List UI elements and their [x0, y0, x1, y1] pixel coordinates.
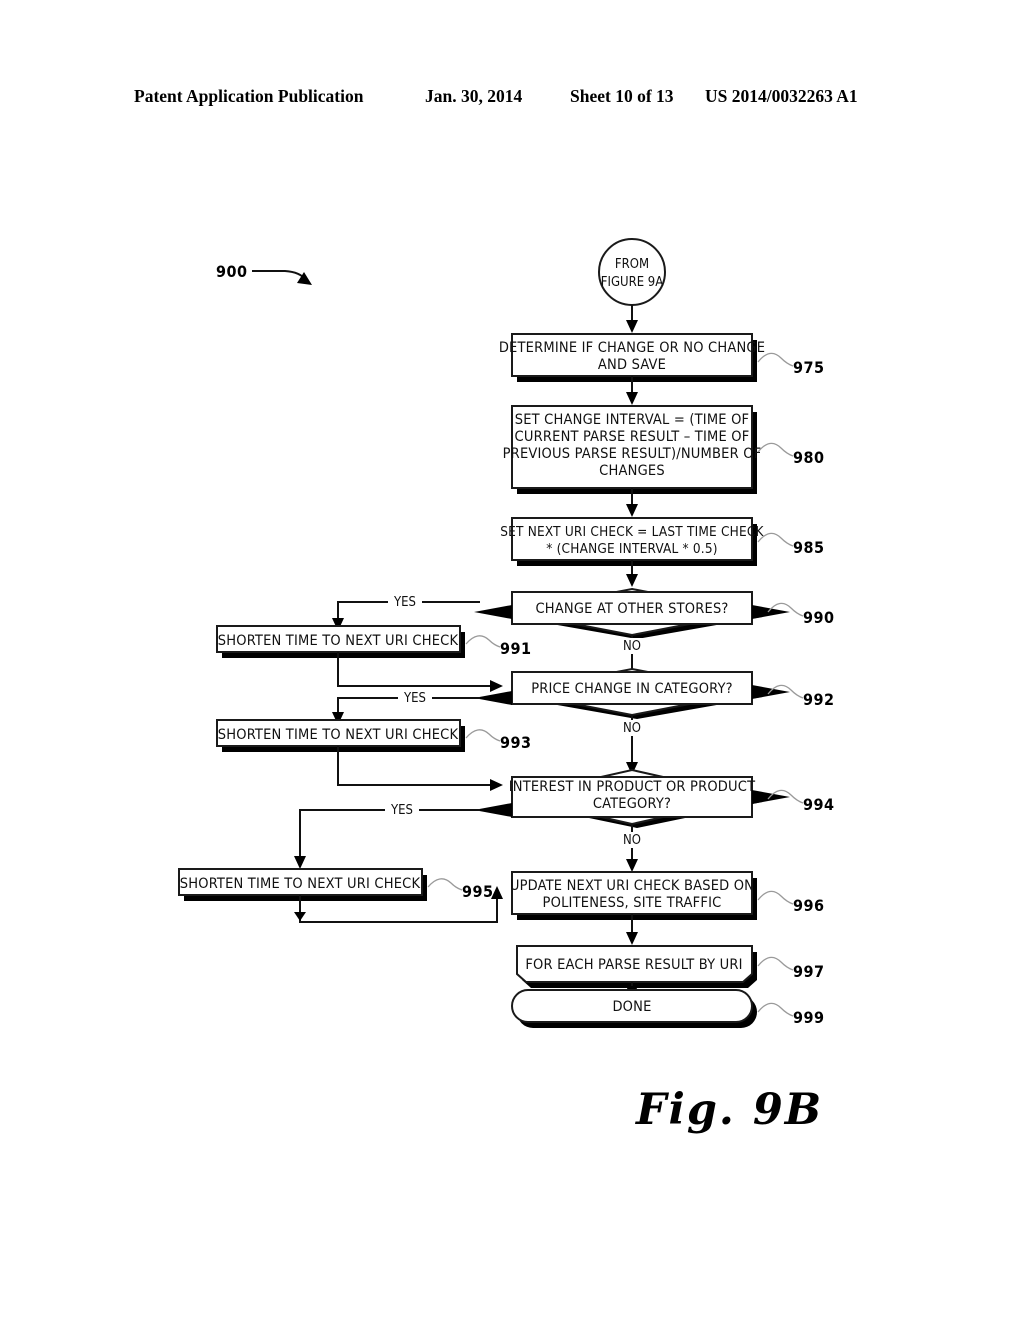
ref-label-999: 999 [793, 1008, 825, 1027]
node-975-line1: DETERMINE IF CHANGE OR NO CHANGE [499, 340, 765, 356]
node-980: SET CHANGE INTERVAL = (TIME OF CURRENT P… [503, 405, 825, 494]
node-992-label: PRICE CHANGE IN CATEGORY? [531, 681, 733, 697]
node-999: DONE 999 [511, 989, 825, 1028]
edge-label-yes-990: YES [393, 595, 416, 610]
edge-992-no: NO [618, 715, 646, 775]
connector-label-line1: FROM [615, 257, 649, 272]
node-990: CHANGE AT OTHER STORES? 990 [474, 587, 835, 639]
node-975-line2: AND SAVE [598, 357, 666, 373]
figure-caption: Fig. 9B [636, 1085, 824, 1135]
node-997-label: FOR EACH PARSE RESULT BY URI [525, 957, 742, 973]
node-980-line2: CURRENT PARSE RESULT – TIME OF [515, 429, 750, 445]
node-980-line3: PREVIOUS PARSE RESULT)/NUMBER OF [503, 446, 762, 462]
arrowhead [626, 574, 638, 587]
node-993-label: SHORTEN TIME TO NEXT URI CHECK [218, 727, 459, 743]
node-997: FOR EACH PARSE RESULT BY URI 997 [516, 945, 825, 988]
ref-label-985: 985 [793, 538, 825, 557]
flowchart-figure: 900 FROM FIGURE 9A DETERMINE IF CHANGE O… [178, 238, 835, 1028]
ref-label-990: 990 [803, 608, 835, 627]
node-995-label: SHORTEN TIME TO NEXT URI CHECK [180, 876, 421, 892]
edge-label-no-990: NO [623, 639, 641, 654]
ref-label-975: 975 [793, 358, 825, 377]
edge-993-994 [337, 746, 503, 791]
ref-label-980: 980 [793, 448, 825, 467]
arrowhead [626, 932, 638, 945]
node-975: DETERMINE IF CHANGE OR NO CHANGE AND SAV… [499, 333, 825, 382]
ref-label-996: 996 [793, 896, 825, 915]
ref-label-991: 991 [500, 639, 532, 658]
connector-label-line2: FIGURE 9A [601, 275, 663, 290]
node-992: PRICE CHANGE IN CATEGORY? 992 [474, 667, 835, 719]
edge-994-yes: YES [294, 802, 480, 869]
node-994-line1: INTEREST IN PRODUCT OR PRODUCT [509, 779, 756, 795]
ref-label-994: 994 [803, 795, 835, 814]
node-985-line2: * (CHANGE INTERVAL * 0.5) [546, 541, 717, 557]
edge-label-yes-992: YES [403, 691, 426, 706]
node-995: SHORTEN TIME TO NEXT URI CHECK 995 [178, 868, 494, 901]
node-990-label: CHANGE AT OTHER STORES? [535, 601, 728, 617]
node-996-line2: POLITENESS, SITE TRAFFIC [543, 895, 722, 911]
node-985: SET NEXT URI CHECK = LAST TIME CHECK * (… [500, 517, 825, 566]
node-991-label: SHORTEN TIME TO NEXT URI CHECK [218, 633, 459, 649]
edge-label-yes-994: YES [390, 803, 413, 818]
node-999-label: DONE [612, 999, 651, 1015]
connector-from-figure-9a: FROM FIGURE 9A [598, 238, 666, 333]
node-985-line1: SET NEXT URI CHECK = LAST TIME CHECK [500, 524, 764, 540]
node-993: SHORTEN TIME TO NEXT URI CHECK 993 [216, 719, 532, 752]
ref-label-900: 900 [216, 262, 248, 281]
node-980-line1: SET CHANGE INTERVAL = (TIME OF [515, 412, 750, 428]
patent-page: Patent Application Publication Jan. 30, … [0, 0, 1024, 1320]
ref-label-997: 997 [793, 962, 825, 981]
node-996-line1: UPDATE NEXT URI CHECK BASED ON [510, 878, 754, 894]
node-980-line4: CHANGES [599, 463, 665, 479]
node-991: SHORTEN TIME TO NEXT URI CHECK 991 [216, 625, 532, 658]
node-994: INTEREST IN PRODUCT OR PRODUCT CATEGORY?… [474, 768, 835, 828]
edge-label-no-992: NO [623, 721, 641, 736]
arrowhead [626, 392, 638, 405]
ref-label-993: 993 [500, 733, 532, 752]
edge-label-no-994: NO [623, 833, 641, 848]
ref-label-995: 995 [462, 882, 494, 901]
arrowhead [626, 504, 638, 517]
node-994-line2: CATEGORY? [593, 796, 671, 812]
figure-reference-900: 900 [216, 262, 312, 285]
edge-994-no: NO [618, 824, 646, 872]
ref-label-992: 992 [803, 690, 835, 709]
node-996: UPDATE NEXT URI CHECK BASED ON POLITENES… [510, 871, 825, 920]
